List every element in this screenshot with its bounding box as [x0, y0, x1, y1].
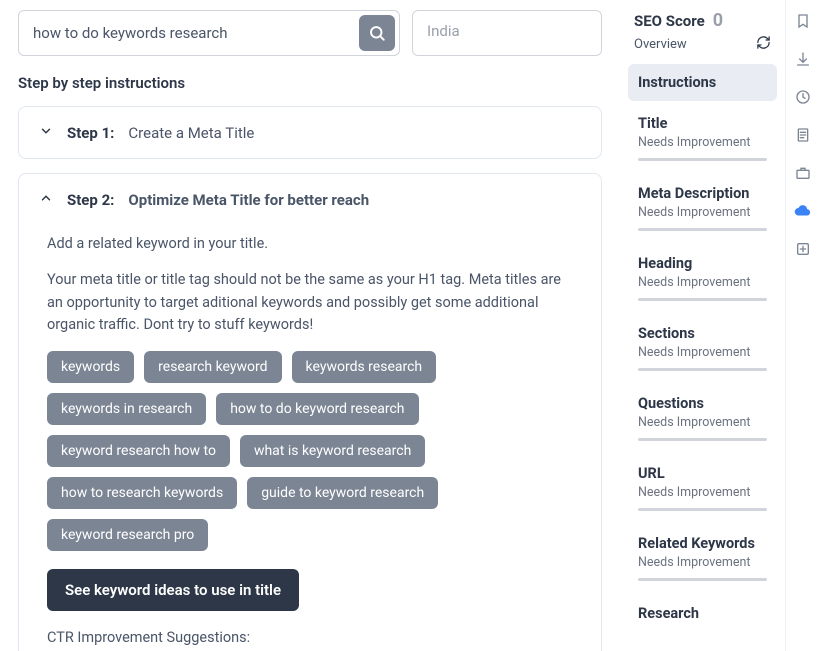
keyword-chip[interactable]: how to do keyword research [216, 393, 418, 425]
plus-square-icon [795, 241, 811, 257]
right-rail [785, 0, 819, 651]
keyword-chip[interactable]: what is keyword research [240, 435, 425, 467]
progress-bar [638, 228, 767, 231]
keyword-chip[interactable]: keywords [47, 351, 134, 383]
ctr-subheading: CTR Improvement Suggestions: [47, 629, 573, 646]
keyword-chip[interactable]: guide to keyword research [247, 477, 438, 509]
step-1-title: Create a Meta Title [128, 124, 254, 142]
keyword-search-wrap [18, 10, 400, 56]
step-2-accordion: Step 2: Optimize Meta Title for better r… [18, 173, 602, 651]
sidebar-item-research[interactable]: Research [628, 595, 777, 632]
step-1-label: Step 1: [67, 124, 114, 142]
sidebar-item-title: Heading [638, 255, 767, 272]
keyword-chip[interactable]: keywords research [292, 351, 437, 383]
sidebar-item-title: Title [638, 115, 767, 132]
instructions-heading: Step by step instructions [18, 74, 602, 92]
sidebar-item-status: Needs Improvement [638, 135, 767, 150]
document-icon [795, 127, 811, 143]
step-2-body: Add a related keyword in your title. You… [19, 233, 601, 651]
step-1-accordion: Step 1: Create a Meta Title [18, 106, 602, 159]
bookmark-button[interactable] [794, 12, 812, 30]
sidebar-item-status: Needs Improvement [638, 345, 767, 360]
progress-bar [638, 368, 767, 371]
refresh-button[interactable] [756, 35, 771, 54]
sidebar-item-title: Research [638, 605, 767, 622]
overview-row: Overview [628, 31, 777, 64]
sidebar-item-instructions[interactable]: Instructions [628, 64, 777, 101]
step-2-header[interactable]: Step 2: Optimize Meta Title for better r… [19, 174, 601, 225]
sidebar-item-questions[interactable]: Questions Needs Improvement [628, 385, 777, 451]
chevron-up-icon [39, 190, 53, 209]
sidebar-item-meta-description[interactable]: Meta Description Needs Improvement [628, 175, 777, 241]
keyword-chip[interactable]: keywords in research [47, 393, 206, 425]
keyword-chip[interactable]: how to research keywords [47, 477, 237, 509]
download-button[interactable] [794, 50, 812, 68]
sidebar-item-title-section[interactable]: Title Needs Improvement [628, 105, 777, 171]
keyword-chip[interactable]: research keyword [144, 351, 281, 383]
search-button[interactable] [359, 15, 395, 51]
download-icon [795, 51, 811, 67]
sidebar-item-status: Needs Improvement [638, 415, 767, 430]
bookmark-icon [795, 13, 811, 29]
sidebar-item-title: URL [638, 465, 767, 482]
keyword-chip[interactable]: keyword research how to [47, 435, 230, 467]
add-button[interactable] [794, 240, 812, 258]
progress-bar [638, 298, 767, 301]
chevron-down-icon [39, 123, 53, 142]
cloud-button[interactable] [794, 202, 812, 220]
step-2-para-1: Add a related keyword in your title. [47, 233, 573, 255]
seo-score-label: SEO Score [634, 12, 705, 30]
briefcase-button[interactable] [794, 164, 812, 182]
sidebar-item-title: Meta Description [638, 185, 767, 202]
refresh-icon [756, 35, 771, 50]
sidebar-item-status: Needs Improvement [638, 485, 767, 500]
clock-icon [795, 89, 811, 105]
main-panel: Step by step instructions Step 1: Create… [0, 0, 620, 651]
sidebar-item-status: Needs Improvement [638, 555, 767, 570]
sidebar-item-related-keywords[interactable]: Related Keywords Needs Improvement [628, 525, 777, 591]
keyword-search-input[interactable] [33, 24, 359, 42]
sidebar-item-title: Questions [638, 395, 767, 412]
seo-sidebar: SEO Score 0 Overview Instructions Title … [620, 0, 785, 651]
sidebar-item-title: Sections [638, 325, 767, 342]
briefcase-icon [795, 165, 811, 181]
sidebar-item-title: Related Keywords [638, 535, 767, 552]
search-icon [368, 24, 386, 42]
keyword-chips: keywords research keyword keywords resea… [47, 351, 573, 551]
step-1-header[interactable]: Step 1: Create a Meta Title [19, 107, 601, 158]
sidebar-item-url[interactable]: URL Needs Improvement [628, 455, 777, 521]
sidebar-item-status: Needs Improvement [638, 275, 767, 290]
document-button[interactable] [794, 126, 812, 144]
keyword-chip[interactable]: keyword research pro [47, 519, 208, 551]
sidebar-item-status: Needs Improvement [638, 205, 767, 220]
search-row [18, 10, 602, 56]
sidebar-item-heading[interactable]: Heading Needs Improvement [628, 245, 777, 311]
progress-bar [638, 438, 767, 441]
see-keyword-ideas-button[interactable]: See keyword ideas to use in title [47, 569, 299, 611]
sidebar-item-title: Instructions [638, 74, 767, 91]
progress-bar [638, 578, 767, 581]
step-2-para-2: Your meta title or title tag should not … [47, 269, 573, 336]
progress-bar [638, 158, 767, 161]
step-2-label: Step 2: [67, 191, 114, 209]
country-select-wrap[interactable] [412, 10, 602, 56]
progress-bar [638, 508, 767, 511]
overview-label: Overview [634, 37, 687, 52]
country-input[interactable] [427, 22, 587, 40]
history-button[interactable] [794, 88, 812, 106]
seo-score-row: SEO Score 0 [628, 10, 777, 31]
step-2-title: Optimize Meta Title for better reach [128, 191, 369, 209]
seo-score-value: 0 [713, 10, 723, 31]
cloud-icon [794, 202, 812, 220]
sidebar-item-sections[interactable]: Sections Needs Improvement [628, 315, 777, 381]
